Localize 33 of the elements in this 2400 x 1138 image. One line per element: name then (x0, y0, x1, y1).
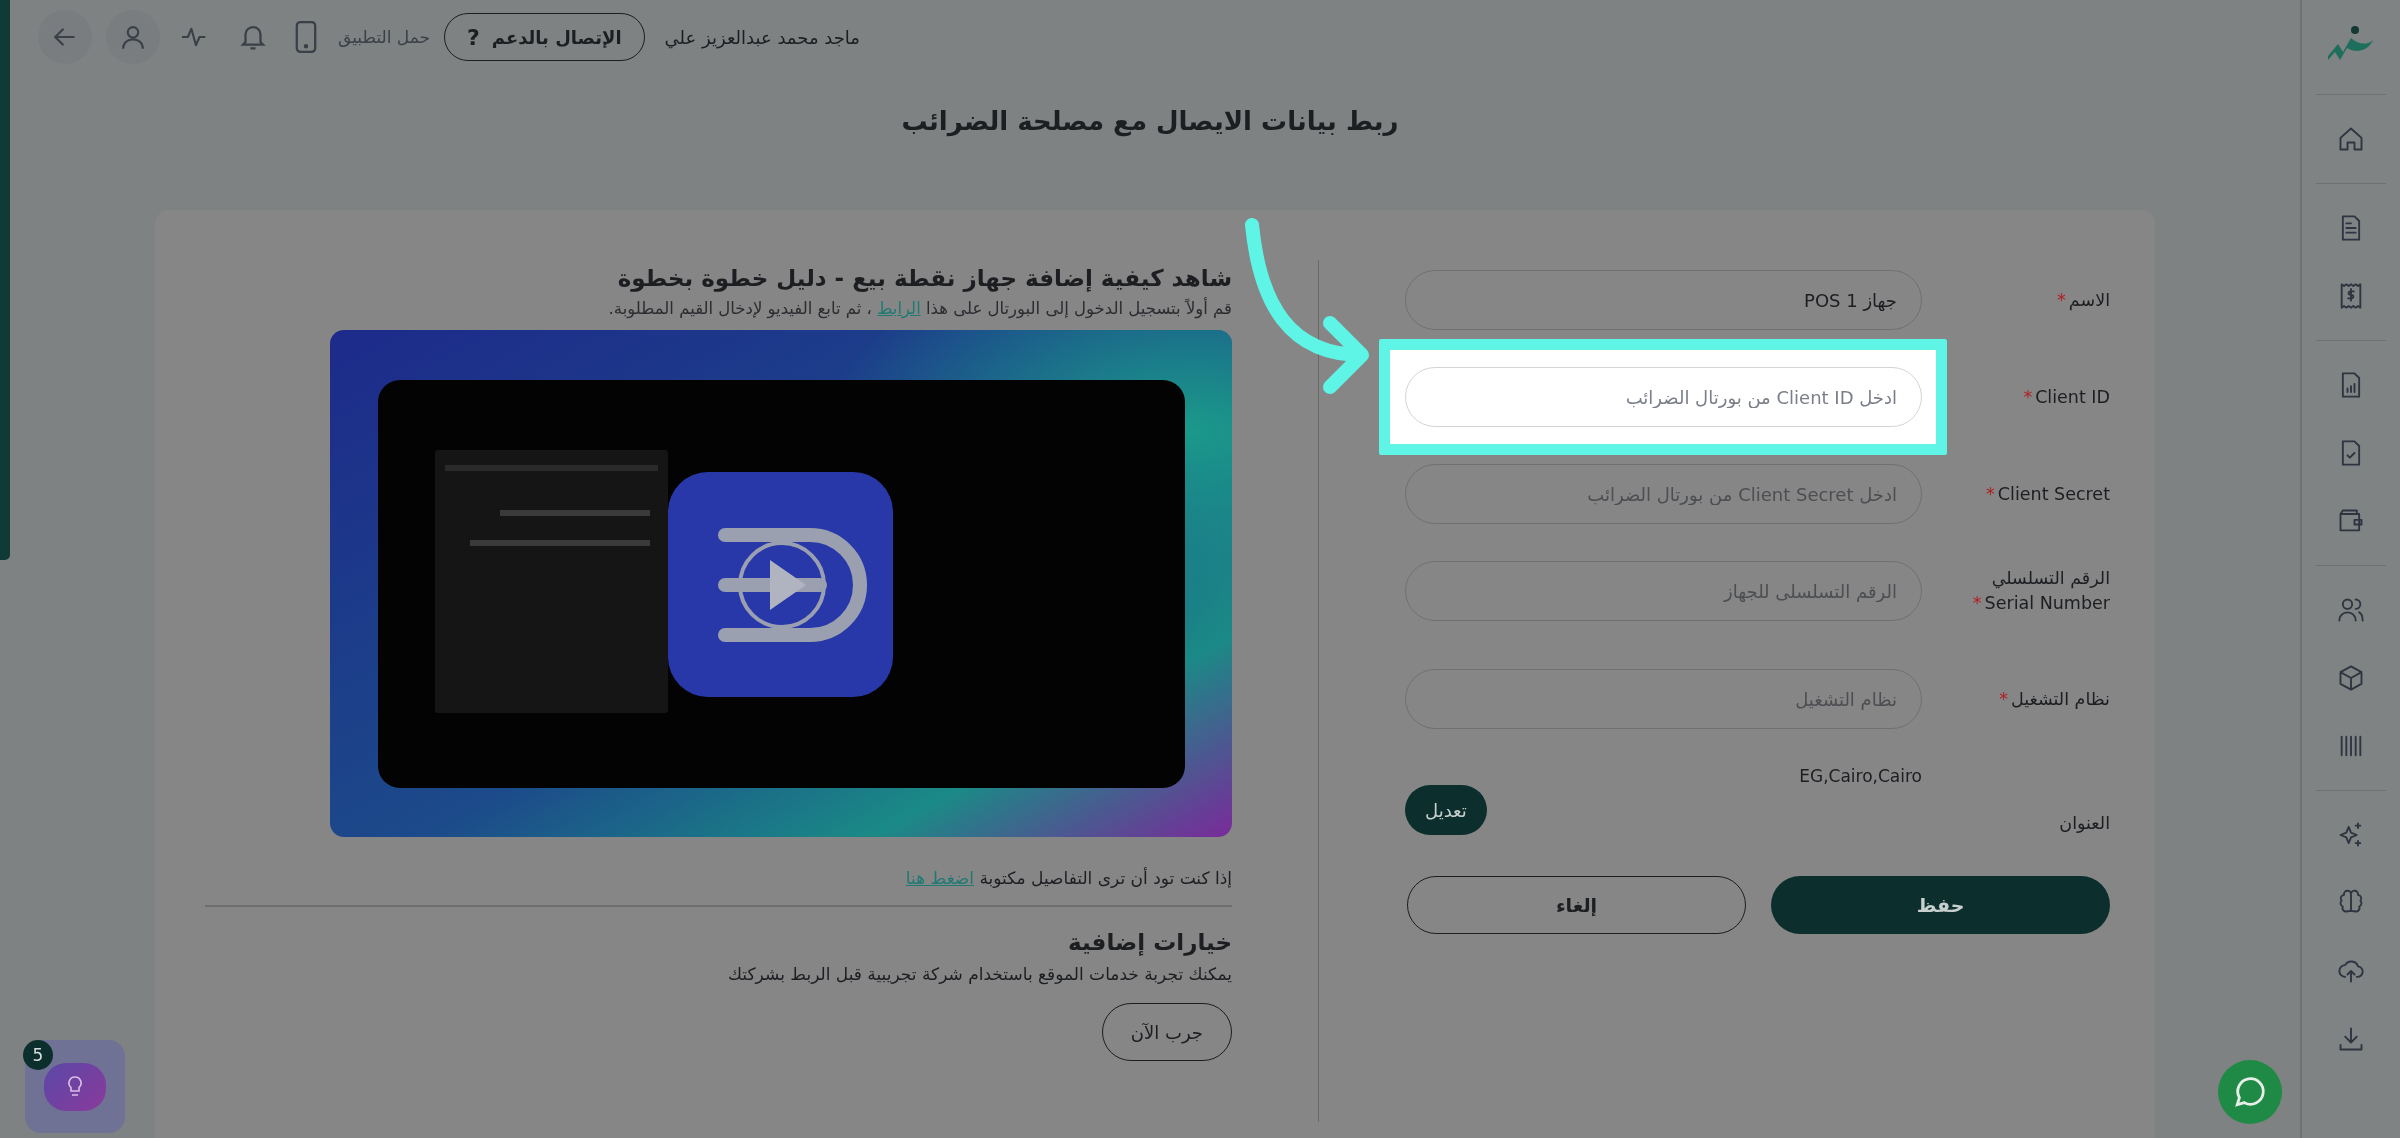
address-value: EG,Cairo,Cairo (1799, 766, 1922, 786)
video-instructions: قم أولاً بتسجيل الدخول إلى البورتال على هذا الرابط ، ثم تابع الفيديو لإدخال القيم المطلوبة. (608, 296, 1232, 321)
field-label: العنوان (2058, 812, 2110, 835)
field-label: نظام التشغيل * (1998, 687, 2110, 711)
scrollbar[interactable] (0, 0, 10, 560)
field-label: الاسم * (2056, 288, 2110, 313)
field-label: الرقم التسلسلي (1990, 567, 2110, 591)
extra-options-title: خيارات إضافية (1068, 928, 1232, 958)
written-details-note: إذا كنت تود أن ترى التفاصيل مكتوبة اضغط هنا (905, 866, 1232, 890)
input-field[interactable]: نظام التشغيل (1405, 669, 1922, 729)
field-label: Client ID * (2022, 385, 2110, 409)
edit-button[interactable]: تعديل (1405, 785, 1487, 835)
users-icon[interactable] (2337, 596, 2365, 624)
help-button[interactable]: 5 (25, 1040, 125, 1133)
download-app-link[interactable]: حمل التطبيق (338, 27, 431, 47)
field-label: Client Secret * (1985, 482, 2110, 506)
box-icon[interactable] (2337, 664, 2365, 692)
page-title: ربط بيانات الايصال مع مصلحة الضرائب (900, 106, 1400, 139)
user-icon (119, 23, 147, 51)
input-field[interactable]: جهاز POS 1 (1405, 270, 1922, 330)
lightbulb-icon (44, 1062, 106, 1111)
input-field[interactable]: الرقم التسلسلى للجهاز (1405, 561, 1922, 621)
home-icon[interactable] (2337, 125, 2365, 153)
video-title: شاهد كيفية إضافة جهاز نقطة بيع - دليل خطوة بخطوة (617, 264, 1232, 294)
notification-badge: 5 (23, 1040, 53, 1070)
field-label: Serial Number * (1971, 592, 2110, 615)
input-field[interactable]: ادخل Client Secret من بورتال الضرائب (1405, 464, 1922, 524)
download-icon[interactable] (2337, 1025, 2365, 1053)
chat-bubble-icon (2233, 1075, 2267, 1109)
extra-options-description: يمكنك تجربة خدمات الموقع باستخدام شركة تجريبية قبل الربط بشركتك (728, 963, 1232, 987)
save-button[interactable]: حفظ (1771, 876, 2110, 934)
phone-icon[interactable] (294, 20, 318, 54)
user-name: ماجد محمد عبدالعزيز علي (664, 26, 860, 48)
